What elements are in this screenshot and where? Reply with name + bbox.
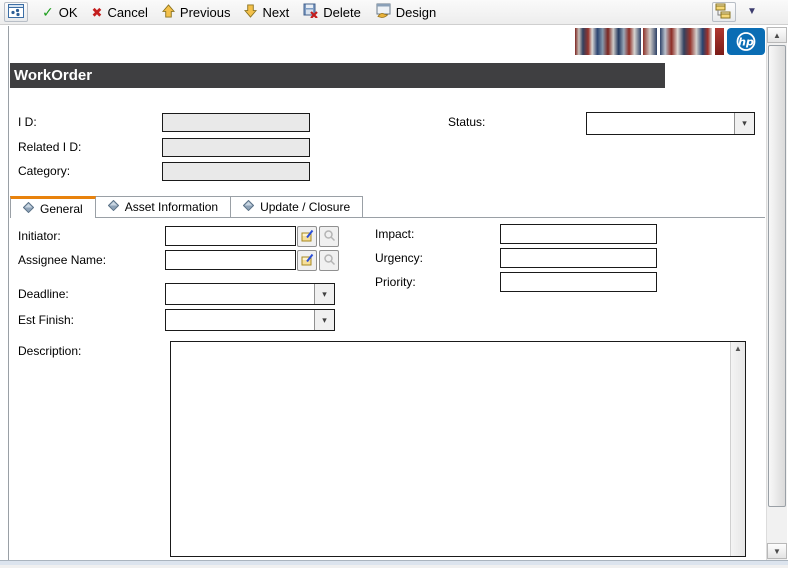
tab-asset-information[interactable]: Asset Information xyxy=(95,196,232,217)
next-button-label: Next xyxy=(262,4,290,20)
next-button[interactable]: Next xyxy=(244,4,289,21)
id-label: I D: xyxy=(18,115,37,129)
delete-button-label: Delete xyxy=(323,4,361,20)
initiator-fill-button[interactable] xyxy=(297,226,317,247)
description-scrollbar[interactable]: ▲ xyxy=(730,342,745,556)
deadline-label: Deadline: xyxy=(18,287,69,301)
tab-update-closure[interactable]: Update / Closure xyxy=(231,196,364,217)
delete-record-icon xyxy=(303,3,318,21)
ok-button-label: OK xyxy=(58,4,78,20)
check-icon: ✓ xyxy=(42,4,54,20)
category-field[interactable] xyxy=(162,162,310,181)
form-view-button[interactable] xyxy=(4,2,28,22)
est-finish-combobox-input[interactable] xyxy=(166,310,314,330)
cancel-button-label: Cancel xyxy=(107,4,148,20)
deadline-combobox-input[interactable] xyxy=(166,284,314,304)
priority-field[interactable] xyxy=(500,272,657,292)
record-tree-icon xyxy=(715,3,733,22)
scroll-up-icon[interactable]: ▲ xyxy=(731,342,745,356)
fill-icon xyxy=(301,253,314,269)
est-finish-combobox[interactable]: ▾ xyxy=(165,309,335,331)
diamond-icon xyxy=(242,199,255,214)
id-field[interactable] xyxy=(162,113,310,132)
toolbar-overflow-dropdown[interactable]: ▼ xyxy=(747,7,757,17)
banner-photo-3 xyxy=(660,28,712,55)
chevron-down-icon: ▾ xyxy=(322,288,327,299)
urgency-label: Urgency: xyxy=(375,251,424,265)
related-id-label: Related I D: xyxy=(18,140,82,154)
status-combobox[interactable]: ▾ xyxy=(586,112,755,135)
chevron-down-icon: ▾ xyxy=(322,314,327,325)
initiator-label: Initiator: xyxy=(18,229,61,243)
banner-photo-4 xyxy=(715,28,724,55)
related-id-field[interactable] xyxy=(162,138,310,157)
status-label: Status: xyxy=(448,115,486,129)
diamond-icon xyxy=(107,199,119,214)
initiator-field[interactable] xyxy=(165,226,296,246)
impact-label: Impact: xyxy=(375,227,415,241)
form-view-icon xyxy=(8,3,24,21)
design-button[interactable]: Design xyxy=(375,3,436,21)
tab-bar: General Asset Information Update / Closu… xyxy=(10,196,765,218)
banner-photo-1 xyxy=(575,28,641,55)
scroll-up-icon: ▲ xyxy=(773,30,781,40)
deadline-combobox[interactable]: ▾ xyxy=(165,283,335,305)
fill-icon xyxy=(301,229,314,245)
priority-label: Priority: xyxy=(375,275,416,289)
description-textarea[interactable] xyxy=(171,342,729,556)
design-button-label: Design xyxy=(395,4,437,20)
arrow-down-icon xyxy=(244,4,258,21)
initiator-find-button[interactable] xyxy=(319,226,339,247)
magnifier-icon xyxy=(323,229,336,245)
scroll-down-icon: ▼ xyxy=(773,546,781,556)
magnifier-icon xyxy=(323,253,336,269)
tab-update-closure-label: Update / Closure xyxy=(260,200,351,214)
previous-button[interactable]: Previous xyxy=(161,3,231,21)
assignee-fill-button[interactable] xyxy=(297,250,317,271)
tab-general[interactable]: General xyxy=(10,196,96,218)
est-finish-dropdown-button[interactable]: ▾ xyxy=(314,310,334,330)
red-x-icon: ✖ xyxy=(91,4,103,20)
tab-general-label: General xyxy=(40,201,83,216)
est-finish-label: Est Finish: xyxy=(18,313,75,327)
description-textarea-wrap: ▲ xyxy=(170,341,746,557)
previous-button-label: Previous xyxy=(179,4,231,20)
deadline-dropdown-button[interactable]: ▾ xyxy=(314,284,334,304)
record-tree-button[interactable] xyxy=(712,2,736,22)
delete-button[interactable]: Delete xyxy=(303,3,361,21)
cancel-button[interactable]: ✖ Cancel xyxy=(92,5,148,20)
svg-text:hp: hp xyxy=(738,36,754,49)
assignee-find-button[interactable] xyxy=(319,250,339,271)
page-title: WorkOrder xyxy=(10,63,665,88)
page-scroll-down-button[interactable]: ▼ xyxy=(767,543,787,559)
status-dropdown-button[interactable]: ▾ xyxy=(734,113,754,134)
category-label: Category: xyxy=(18,164,71,178)
tab-asset-information-label: Asset Information xyxy=(124,200,219,214)
assignee-name-field[interactable] xyxy=(165,250,296,270)
status-combobox-input[interactable] xyxy=(587,113,734,134)
impact-field[interactable] xyxy=(500,224,657,244)
chevron-down-icon: ▾ xyxy=(742,118,747,128)
page-scroll-up-button[interactable]: ▲ xyxy=(767,27,787,43)
description-label: Description: xyxy=(18,344,82,358)
banner-photo-2 xyxy=(643,28,657,55)
assignee-name-label: Assignee Name: xyxy=(18,253,107,267)
hp-logo: hp xyxy=(727,28,765,55)
arrow-up-icon xyxy=(161,3,175,21)
diamond-icon xyxy=(22,201,35,216)
page-scrollbar-thumb[interactable] xyxy=(768,45,786,507)
ok-button[interactable]: ✓ OK xyxy=(42,5,78,20)
toolbar: ✓ OK ✖ Cancel Previous Next Delete Desig… xyxy=(0,0,788,25)
urgency-field[interactable] xyxy=(500,248,657,268)
design-icon xyxy=(375,3,391,21)
page-scrollbar[interactable]: ▲ ▼ xyxy=(766,27,787,560)
